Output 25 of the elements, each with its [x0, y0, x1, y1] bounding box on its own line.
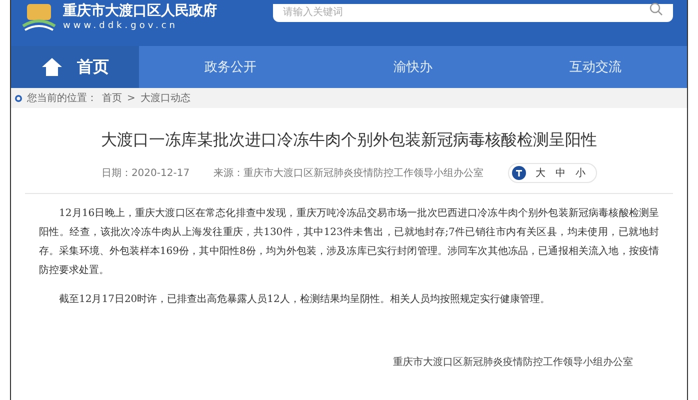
article-paragraph: 12月16日晚上，重庆大渡口区在常态化排查中发现，重庆万吨冷冻品交易市场一批次巴西进口冷冻牛肉个别外包装新冠病毒核酸检测呈阳性。经查，该批次冷冻牛肉从上海发往重庆，共130件，其中123件未售出，已就地封存;7件已销往市内有关区县，均未使用，已就地封存。采集环境、外包装样本169份，其中阳性8份，均为外包装，涉及冻库已实行封闭管理。涉同车次其他冻品，已通报相关流入地，按疫情防控要求处置。: [39, 206, 659, 278]
nav-tab[interactable]: 政务公开: [139, 58, 322, 76]
font-size-option[interactable]: 大: [536, 166, 546, 180]
font-size-option[interactable]: 小: [576, 166, 586, 180]
article-source: 来源：重庆市大渡口区新冠肺炎疫情防控工作领导小组办公室: [214, 166, 484, 180]
breadcrumb-link[interactable]: 大渡口动态: [140, 91, 190, 105]
article-signature: 重庆市大渡口区新冠肺炎疫情防控工作领导小组办公室: [393, 356, 633, 369]
emblem-logo-icon: [21, 2, 57, 32]
nav-tab[interactable]: 渝快办: [322, 58, 504, 76]
site-url: www.ddk.gov.cn: [63, 20, 179, 32]
location-icon: [15, 94, 22, 102]
home-tab[interactable]: 首页: [11, 46, 139, 88]
site-title: 重庆市大渡口区人民政府: [63, 2, 217, 20]
breadcrumb-separator: >: [127, 92, 136, 104]
breadcrumb-link[interactable]: 首页: [102, 91, 122, 105]
search-icon[interactable]: [649, 2, 663, 16]
article-title: 大渡口一冻库某批次进口冷冻牛肉个别外包装新冠病毒核酸检测呈阳性: [100, 130, 598, 151]
search-field[interactable]: 请输入关键词: [273, 4, 673, 22]
nav-tab[interactable]: 互动交流: [504, 58, 687, 76]
house-icon: [41, 57, 63, 77]
article-date: 日期：2020-12-17: [101, 166, 190, 180]
text-size-icon: [512, 166, 526, 180]
breadcrumb-label: 您当前的位置：: [27, 92, 97, 105]
font-size-option[interactable]: 中: [556, 166, 566, 180]
article-paragraph: 截至12月17日20时许，已排查出高危暴露人员12人，检测结果均呈阴性。相关人员均按照规定实行健康管理。: [58, 292, 551, 307]
